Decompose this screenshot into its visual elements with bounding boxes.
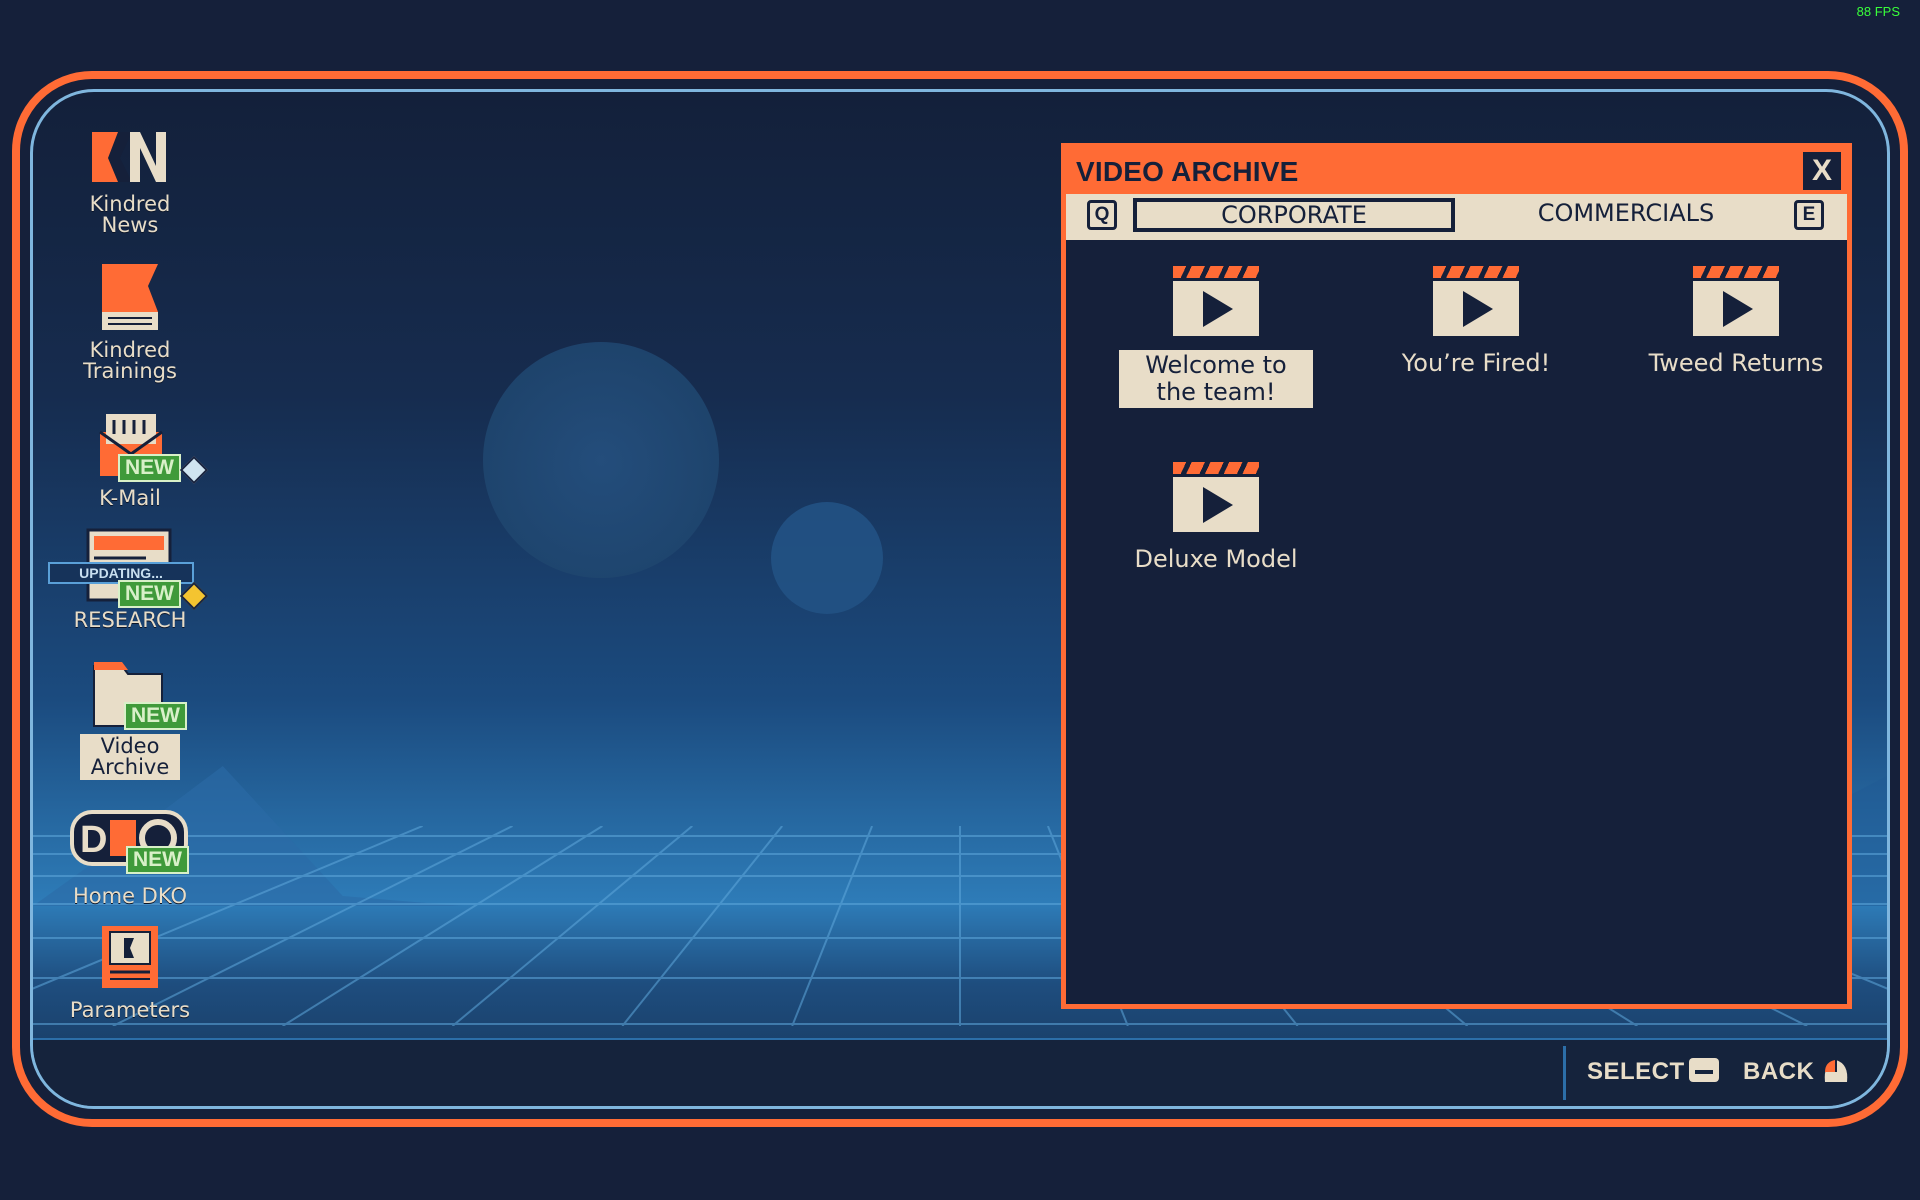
play-clapperboard-icon — [1173, 266, 1259, 336]
video-title: Tweed Returns — [1648, 349, 1824, 377]
new-badge: NEW — [118, 580, 181, 608]
window-titlebar: VIDEO ARCHIVE X — [1066, 148, 1847, 194]
desktop-icon-k-mail[interactable]: NEW K-Mail — [60, 406, 209, 510]
desktop-icon-label: Kindred Trainings — [83, 338, 177, 383]
video-title: Welcome to the team! — [1119, 350, 1313, 408]
desktop-icon-research[interactable]: UPDATING... NEW RESEARCH — [48, 528, 209, 632]
new-badge: NEW — [126, 846, 189, 874]
tab-commercials[interactable]: COMMERCIALS — [1466, 198, 1786, 232]
play-clapperboard-icon — [1693, 266, 1779, 336]
video-title: You’re Fired! — [1401, 349, 1551, 377]
new-badge: NEW — [124, 702, 187, 730]
desktop-icon-label: K-Mail — [99, 486, 161, 510]
desktop-icon-label: Kindred News — [89, 192, 171, 237]
desktop-icon-home-dko[interactable]: D NEW Home DKO — [60, 810, 200, 907]
select-key-icon — [1689, 1058, 1719, 1082]
prev-tab-key[interactable]: Q — [1087, 200, 1117, 230]
back-mouse-icon — [1824, 1060, 1848, 1082]
video-item[interactable]: You’re Fired! — [1376, 266, 1576, 377]
video-title: Deluxe Model — [1134, 545, 1298, 573]
background-moon-small — [771, 502, 883, 614]
taskbar: SELECT BACK — [33, 1038, 1887, 1106]
video-item[interactable]: Tweed Returns — [1636, 266, 1836, 377]
desktop-icon-label: RESEARCH — [73, 608, 187, 632]
next-tab-key[interactable]: E — [1794, 200, 1824, 230]
parameters-computer-icon — [102, 926, 158, 988]
fps-counter: 88 FPS — [1856, 4, 1900, 19]
background-moon-large — [483, 342, 719, 578]
desktop-icon-kindred-trainings[interactable]: Kindred Trainings — [60, 262, 200, 382]
video-item[interactable]: Welcome to the team! — [1116, 266, 1316, 408]
desktop-icon-label: Video Archive — [80, 734, 180, 780]
new-badge: NEW — [118, 454, 181, 482]
kindred-news-logo-icon — [92, 132, 166, 182]
video-archive-window: VIDEO ARCHIVE X Q CORPORATE COMMERCIALS … — [1061, 143, 1852, 1009]
back-hint-label: BACK — [1743, 1058, 1815, 1085]
desktop-icon-kindred-news[interactable]: Kindred News — [60, 128, 200, 236]
select-hint-label: SELECT — [1587, 1058, 1685, 1085]
window-title: VIDEO ARCHIVE — [1076, 156, 1299, 187]
tab-bar: Q CORPORATE COMMERCIALS E — [1066, 194, 1847, 240]
trainings-book-icon — [102, 264, 158, 330]
desktop-icon-label: Parameters — [69, 998, 191, 1022]
tab-corporate[interactable]: CORPORATE — [1133, 198, 1455, 232]
play-clapperboard-icon — [1433, 266, 1519, 336]
svg-text:D: D — [80, 819, 107, 861]
taskbar-divider — [1563, 1046, 1566, 1100]
video-item[interactable]: Deluxe Model — [1116, 462, 1316, 573]
close-button[interactable]: X — [1803, 152, 1841, 190]
desktop-icon-label: Home DKO — [72, 884, 187, 908]
desktop-icon-video-archive[interactable]: NEW Video Archive — [60, 658, 200, 780]
play-clapperboard-icon — [1173, 462, 1259, 532]
desktop-icon-parameters[interactable]: Parameters — [60, 924, 200, 1021]
